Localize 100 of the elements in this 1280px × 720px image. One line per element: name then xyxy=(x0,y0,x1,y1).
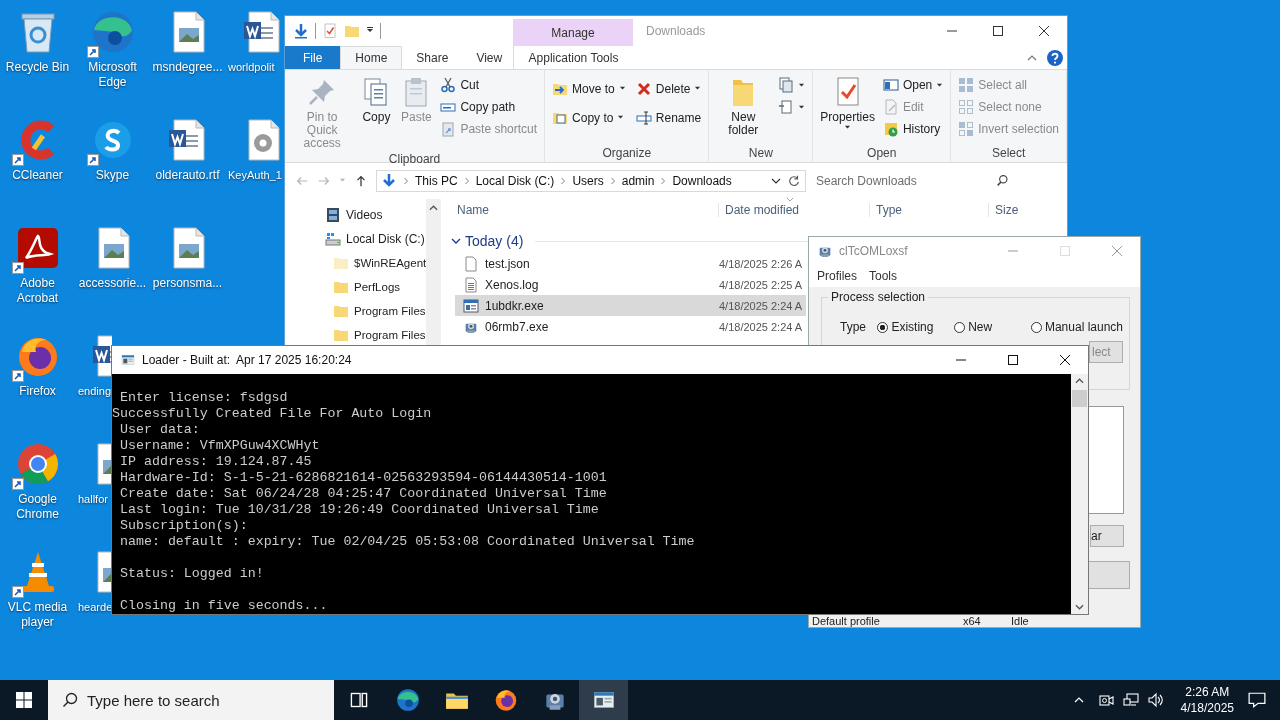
collapse-icon[interactable] xyxy=(451,238,461,244)
caret-icon xyxy=(798,81,806,89)
ribbon-button[interactable]: Delete xyxy=(632,79,705,98)
console-line: IP address: 19.124.87.45 xyxy=(119,454,313,470)
desktop-icon-label[interactable]: CCleaner xyxy=(12,168,63,183)
network-icon[interactable] xyxy=(1122,692,1139,708)
caret-icon[interactable] xyxy=(771,177,781,184)
ribbon-button[interactable]: Copy to xyxy=(549,108,629,127)
radio-label[interactable]: Manual launch xyxy=(1044,320,1123,334)
menu-item[interactable]: Tools xyxy=(869,269,898,283)
maximize-icon xyxy=(993,26,1003,36)
desktop-icon-label[interactable]: msndegree... xyxy=(152,60,223,75)
desktop-icon-label[interactable]: olderauto.rtf xyxy=(155,168,220,183)
caret-icon xyxy=(618,85,626,92)
ribbon-button[interactable]: Properties xyxy=(817,74,878,133)
scroll-thumb[interactable] xyxy=(1072,390,1087,407)
breadcrumb[interactable]: This PC xyxy=(415,173,458,188)
volume-icon[interactable] xyxy=(1147,692,1164,708)
console-line: User data: xyxy=(119,422,201,438)
desktop-icon-label[interactable]: Recycle Bin xyxy=(5,60,70,75)
address-bar[interactable]: This PC Local Disk (C:) Users admin Downloads xyxy=(376,169,806,192)
file-row[interactable]: test.json 4/18/2025 2:26 A xyxy=(455,253,806,274)
breadcrumb[interactable]: admin xyxy=(621,173,655,188)
desktop-icon-label[interactable]: KeyAuth_1 xyxy=(225,168,282,183)
clear-button[interactable]: ar xyxy=(1090,525,1124,547)
collapse-ribbon-icon[interactable] xyxy=(1027,54,1037,61)
ribbon-button[interactable]: Cut xyxy=(437,76,541,94)
ribbon-button[interactable]: Open xyxy=(879,76,947,94)
radio-label[interactable]: Existing xyxy=(891,320,934,334)
file-name: 06rmb7.exe xyxy=(455,318,718,335)
desktop-icon-label[interactable]: Google Chrome xyxy=(0,492,75,522)
camera-icon[interactable] xyxy=(1097,692,1114,708)
file-name: 1ubdkr.exe xyxy=(455,297,718,314)
chevron-icon xyxy=(609,176,616,185)
radio-button[interactable] xyxy=(1030,321,1042,333)
desktop-icon-label[interactable]: Skype xyxy=(95,168,130,183)
desktop-icon-label[interactable]: Adobe Acrobat xyxy=(0,276,75,306)
caret-icon xyxy=(694,85,702,92)
action-button[interactable] xyxy=(1088,561,1130,589)
ribbon-button[interactable]: Rename xyxy=(632,108,705,127)
file-date: 4/18/2025 2:24 A xyxy=(718,299,803,312)
properties-icon[interactable] xyxy=(322,23,338,39)
file-row[interactable]: 1ubdkr.exe 4/18/2025 2:24 A xyxy=(455,295,806,316)
menu-item[interactable]: Profiles xyxy=(817,269,857,283)
scroll-up-icon[interactable] xyxy=(1075,378,1084,384)
nav-item[interactable]: Program Files xyxy=(285,323,427,347)
search-field[interactable]: Type here to search xyxy=(48,680,334,720)
nav-item[interactable]: $WinREAgent xyxy=(285,251,427,275)
breadcrumb[interactable]: Local Disk (C:) xyxy=(475,173,555,188)
desktop-icon-label[interactable]: Firefox xyxy=(19,384,56,399)
refresh-icon[interactable] xyxy=(787,173,801,188)
ribbon-tab[interactable]: File xyxy=(285,46,341,69)
nav-item[interactable]: PerfLogs xyxy=(285,275,427,299)
desktop-icon-label[interactable]: accessorie... xyxy=(78,276,147,291)
file-date: 4/18/2025 2:26 A xyxy=(718,257,803,270)
column-header[interactable]: Date modified xyxy=(718,203,869,217)
download-arrow-icon[interactable] xyxy=(293,23,309,39)
notification-icon[interactable] xyxy=(1248,691,1266,709)
show-hidden-icons-icon[interactable] xyxy=(1073,697,1084,703)
scrollbar[interactable] xyxy=(1071,374,1088,614)
group-header[interactable]: Today (4) xyxy=(465,233,524,249)
desktop-icon-label[interactable]: hallfor xyxy=(75,492,108,507)
file-row[interactable]: Xenos.log 4/18/2025 2:25 A xyxy=(455,274,806,295)
radio-label[interactable]: New xyxy=(968,320,993,334)
desktop-icon-label[interactable]: personsma... xyxy=(152,276,223,291)
scroll-down-icon[interactable] xyxy=(1075,604,1084,610)
nav-item[interactable]: Program Files xyxy=(285,299,427,323)
file-name: test.json xyxy=(455,255,718,272)
radio-button[interactable] xyxy=(877,321,889,333)
column-header[interactable]: Size xyxy=(988,203,1065,217)
desktop-icon-label[interactable]: Microsoft Edge xyxy=(75,60,150,90)
nav-item[interactable]: Videos xyxy=(285,203,427,227)
table-cell: Idle xyxy=(1011,615,1029,627)
desktop-icon-label[interactable]: hearde xyxy=(75,600,113,615)
breadcrumb[interactable]: Downloads xyxy=(672,173,732,188)
ribbon-button[interactable]: Copy xyxy=(357,74,396,126)
desktop-icon-label[interactable]: ending xyxy=(75,384,112,399)
search-field[interactable]: Search Downloads xyxy=(816,169,1016,192)
clock[interactable]: 2:26 AM 4/18/2025 xyxy=(1172,684,1242,716)
radio-button[interactable] xyxy=(954,321,966,333)
file-row[interactable]: 06rmb7.exe 4/18/2025 2:24 A xyxy=(455,316,806,337)
taskbar-app-button[interactable] xyxy=(579,680,628,720)
ribbon-button[interactable]: Move to xyxy=(549,79,629,98)
breadcrumb[interactable]: Users xyxy=(572,173,604,188)
help-icon[interactable] xyxy=(1047,49,1063,66)
ribbon-button[interactable]: New folder xyxy=(713,74,774,139)
up-arrow-icon[interactable] xyxy=(354,173,368,188)
ribbon-tab[interactable]: Share xyxy=(402,46,463,69)
ribbon-button[interactable]: History xyxy=(879,120,947,138)
desktop-icon-label[interactable]: worldpolit xyxy=(225,60,275,75)
column-header[interactable]: Name xyxy=(457,203,718,217)
desktop-icon-label[interactable]: VLC media player xyxy=(0,600,75,630)
nav-item[interactable]: Local Disk (C:) xyxy=(285,227,427,251)
column-header[interactable]: Type xyxy=(869,203,988,217)
ribbon-tab[interactable]: Home xyxy=(340,46,403,69)
caret-icon xyxy=(844,124,852,131)
caret-icon[interactable] xyxy=(366,27,374,35)
scroll-up-icon[interactable] xyxy=(429,205,439,211)
select-none-icon xyxy=(958,99,975,115)
ribbon-button[interactable]: Copy path xyxy=(437,98,541,116)
